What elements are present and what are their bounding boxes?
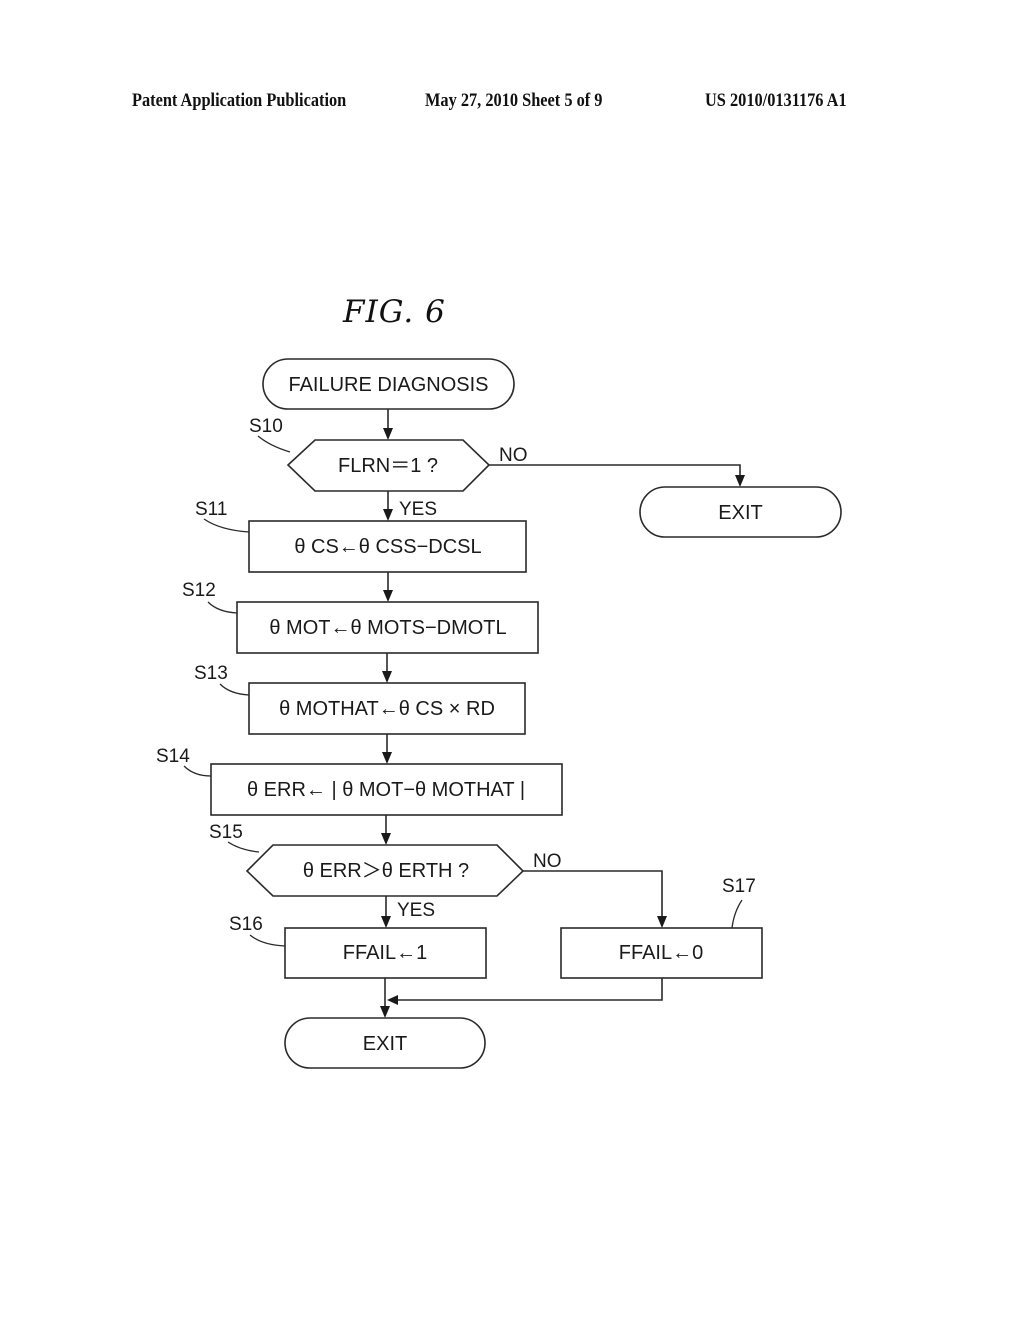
arrow-head [381,833,391,845]
arrow-head [657,916,667,928]
arrow-head [383,509,393,521]
exit-terminal-bottom-text: EXIT [363,1033,407,1055]
branch-label-s15-yes: YES [397,900,435,921]
start-terminal-text: FAILURE DIAGNOSIS [288,374,488,396]
process-s16-text: FFAIL←1 [343,942,427,964]
leader-line-s14 [183,765,212,777]
decision-s15-text: θ ERR＞θ ERTH ? [303,860,469,882]
step-label-s14: S14 [156,746,190,767]
process-s11-text: θ CS←θ CSS−DCSL [294,536,481,558]
step-label-s10: S10 [249,416,283,437]
step-label-s15: S15 [209,822,243,843]
exit-terminal-top-text: EXIT [718,502,762,524]
arrow-head [382,752,392,764]
flowchart: FAILURE DIAGNOSIS FLRN＝1 ? S10 NO EXIT Y… [156,358,842,1069]
connector-s10-no [489,464,741,478]
decision-s10-text: FLRN＝1 ? [338,455,438,477]
leader-line-s10 [257,435,291,453]
leader-line-s13 [219,683,250,696]
arrow-head [735,475,745,487]
connector-s17-merge [396,978,663,1001]
branch-label-s10-no: NO [499,445,528,466]
process-s13-text: θ MOTHAT←θ CS × RD [279,698,495,720]
step-label-s17: S17 [722,876,756,897]
leader-line-s17 [731,899,743,929]
process-s12-text: θ MOT←θ MOTS−DMOTL [269,617,506,639]
branch-label-s15-no: NO [533,851,562,872]
branch-label-s10-yes: YES [399,499,437,520]
leader-line-s11 [203,518,250,533]
leader-line-s16 [249,934,286,947]
arrow-head [383,428,393,440]
arrow-head [383,590,393,602]
step-label-s13: S13 [194,663,228,684]
arrow-head [382,671,392,683]
arrow-head [381,916,391,928]
process-s17-text: FFAIL←0 [619,942,703,964]
process-s14-text: θ ERR← | θ MOT−θ MOTHAT | [247,779,525,801]
leader-line-s12 [207,601,238,614]
connector-s15-no [523,870,663,918]
arrow-head [387,995,398,1005]
leader-line-s15 [227,841,260,853]
step-label-s12: S12 [182,580,216,601]
step-label-s16: S16 [229,914,263,935]
step-label-s11: S11 [195,499,227,520]
arrow-head [380,1006,390,1018]
